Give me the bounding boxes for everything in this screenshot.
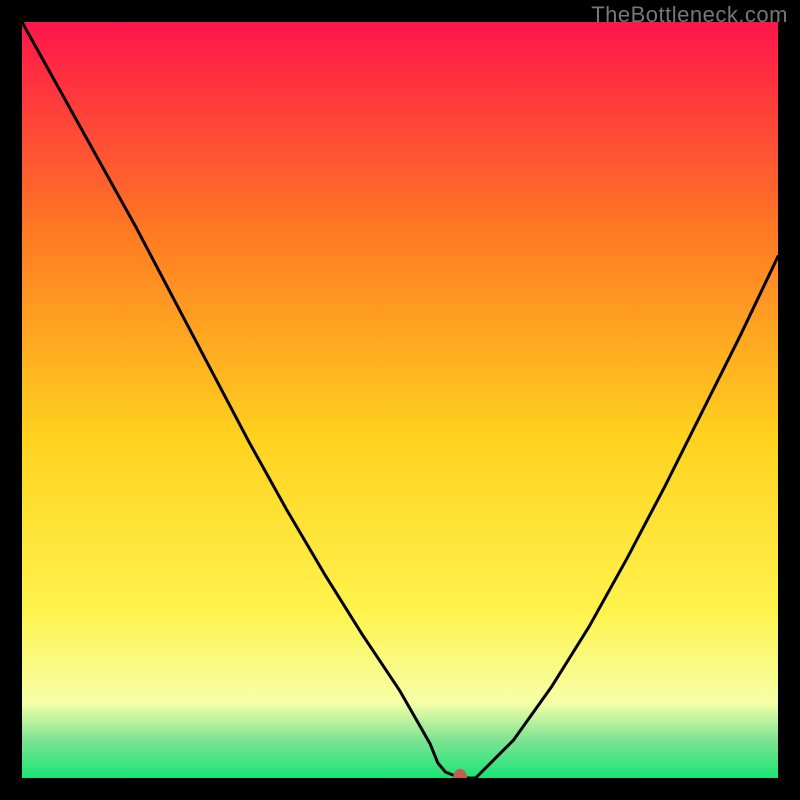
watermark: TheBottleneck.com <box>591 2 788 28</box>
gradient-background <box>22 22 778 778</box>
plot-area <box>22 22 778 778</box>
chart-svg <box>22 22 778 778</box>
chart-frame: TheBottleneck.com <box>0 0 800 800</box>
